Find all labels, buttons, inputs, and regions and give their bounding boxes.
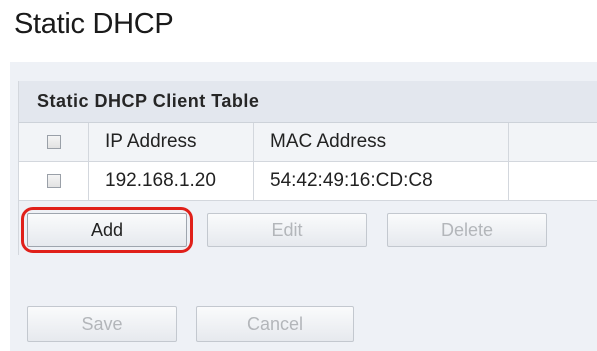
row-mac-address: 54:42:49:16:CD:C8 <box>254 162 509 200</box>
select-all-checkbox[interactable] <box>46 135 61 149</box>
empty-column-header <box>509 123 597 161</box>
table-row: 192.168.1.20 54:42:49:16:CD:C8 <box>19 162 597 201</box>
table-caption-bar: Static DHCP Client Table <box>19 81 597 123</box>
ip-address-column-header: IP Address <box>89 123 254 161</box>
row-select-checkbox[interactable] <box>46 174 61 188</box>
static-dhcp-client-table: Static DHCP Client Table IP Address MAC … <box>18 81 597 255</box>
table-button-bar: Add Edit Delete <box>19 201 597 255</box>
row-select-cell <box>19 162 89 200</box>
table-caption: Static DHCP Client Table <box>37 91 260 111</box>
row-ip-address: 192.168.1.20 <box>89 162 254 200</box>
mac-address-column-header: MAC Address <box>254 123 509 161</box>
row-empty-cell <box>509 162 597 200</box>
edit-button[interactable]: Edit <box>207 213 367 247</box>
delete-button[interactable]: Delete <box>387 213 547 247</box>
select-all-cell <box>19 123 89 161</box>
save-button[interactable]: Save <box>27 306 177 342</box>
table-column-header-row: IP Address MAC Address <box>19 123 597 162</box>
page: Static DHCP Static DHCP Client Table IP … <box>0 0 597 351</box>
add-button-highlight-ring <box>21 207 193 253</box>
cancel-button[interactable]: Cancel <box>196 306 354 342</box>
page-title: Static DHCP <box>14 8 174 40</box>
